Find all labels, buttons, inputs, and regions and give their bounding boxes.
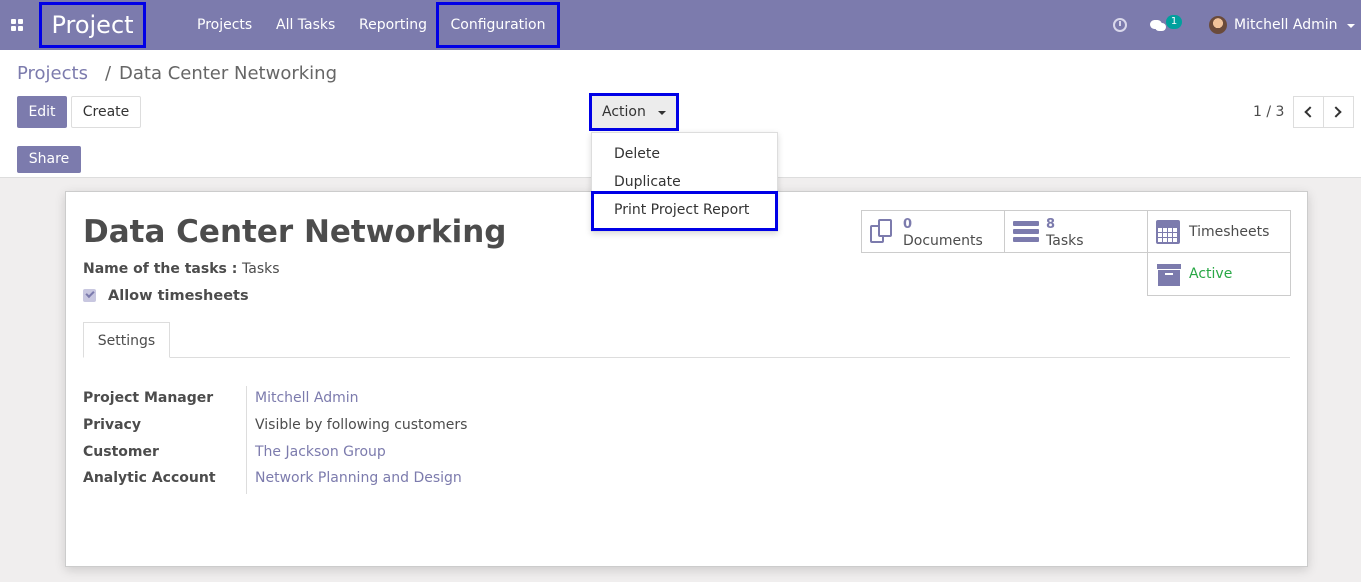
field-value-customer[interactable]: The Jackson Group bbox=[255, 444, 386, 460]
tasks-stat-button[interactable]: 8 Tasks bbox=[1004, 210, 1148, 253]
archive-icon bbox=[1157, 264, 1181, 286]
pager-value[interactable]: 1 / 3 bbox=[1253, 104, 1284, 120]
user-caret-down-icon[interactable] bbox=[1347, 24, 1355, 28]
user-avatar[interactable] bbox=[1209, 16, 1227, 34]
tasks-label: Tasks bbox=[1046, 233, 1084, 249]
action-dropdown-button[interactable]: Action bbox=[589, 93, 679, 131]
action-label: Action bbox=[602, 104, 646, 120]
field-value-privacy[interactable]: Visible by following customers bbox=[255, 417, 467, 433]
timesheets-label: Timesheets bbox=[1189, 224, 1270, 240]
menu-item-delete[interactable]: Delete bbox=[614, 146, 660, 162]
documents-icon bbox=[870, 219, 896, 245]
pager-next-button[interactable] bbox=[1323, 96, 1354, 128]
field-label-customer: Customer bbox=[83, 444, 159, 460]
menu-reporting[interactable]: Reporting bbox=[359, 0, 427, 50]
documents-count: 0 bbox=[903, 217, 913, 232]
field-label-privacy: Privacy bbox=[83, 417, 141, 433]
create-button[interactable]: Create bbox=[71, 96, 141, 128]
pager-previous-button[interactable] bbox=[1293, 96, 1324, 128]
messaging-chat-icon[interactable] bbox=[1150, 18, 1166, 32]
tab-divider bbox=[83, 357, 1290, 358]
field-divider bbox=[246, 386, 247, 494]
field-value-project-manager[interactable]: Mitchell Admin bbox=[255, 390, 359, 406]
apps-menu-icon[interactable] bbox=[11, 19, 23, 31]
top-navbar: Project Projects All Tasks Reporting Con… bbox=[0, 0, 1361, 50]
tasks-icon bbox=[1013, 221, 1039, 243]
edit-button[interactable]: Edit bbox=[17, 96, 67, 128]
app-brand[interactable]: Project bbox=[39, 2, 146, 48]
activity-clock-icon[interactable] bbox=[1113, 18, 1127, 32]
share-button[interactable]: Share bbox=[17, 146, 81, 173]
documents-stat-button[interactable]: 0 Documents bbox=[861, 210, 1005, 253]
menu-projects[interactable]: Projects bbox=[197, 0, 252, 50]
allow-timesheets-checkbox[interactable] bbox=[83, 289, 96, 302]
record-title: Data Center Networking bbox=[83, 214, 507, 250]
chat-count-badge: 1 bbox=[1166, 15, 1182, 29]
user-menu[interactable]: Mitchell Admin bbox=[1234, 0, 1338, 50]
tasks-name-label: Name of the tasks : bbox=[83, 261, 238, 277]
caret-down-icon bbox=[658, 111, 666, 115]
menu-item-duplicate[interactable]: Duplicate bbox=[614, 174, 681, 190]
calendar-icon bbox=[1156, 220, 1180, 244]
allow-timesheets-label: Allow timesheets bbox=[108, 288, 249, 304]
field-label-analytic-account: Analytic Account bbox=[83, 470, 216, 486]
documents-label: Documents bbox=[903, 233, 983, 249]
field-label-project-manager: Project Manager bbox=[83, 390, 214, 406]
active-toggle-button[interactable]: Active bbox=[1147, 252, 1291, 296]
chevron-right-icon bbox=[1330, 106, 1342, 118]
tasks-name-value[interactable]: Tasks bbox=[242, 261, 280, 277]
chevron-left-icon bbox=[1304, 106, 1316, 118]
menu-all-tasks[interactable]: All Tasks bbox=[276, 0, 335, 50]
breadcrumb-projects[interactable]: Projects bbox=[17, 63, 88, 84]
tab-settings[interactable]: Settings bbox=[83, 322, 170, 358]
breadcrumb-separator: / bbox=[105, 63, 112, 84]
tasks-count: 8 bbox=[1046, 217, 1056, 232]
menu-configuration[interactable]: Configuration bbox=[436, 2, 560, 48]
field-value-analytic-account[interactable]: Network Planning and Design bbox=[255, 470, 462, 486]
breadcrumb-current: Data Center Networking bbox=[119, 63, 337, 84]
timesheets-stat-button[interactable]: Timesheets bbox=[1147, 210, 1291, 253]
active-label: Active bbox=[1189, 266, 1233, 282]
print-report-highlight bbox=[591, 191, 778, 231]
